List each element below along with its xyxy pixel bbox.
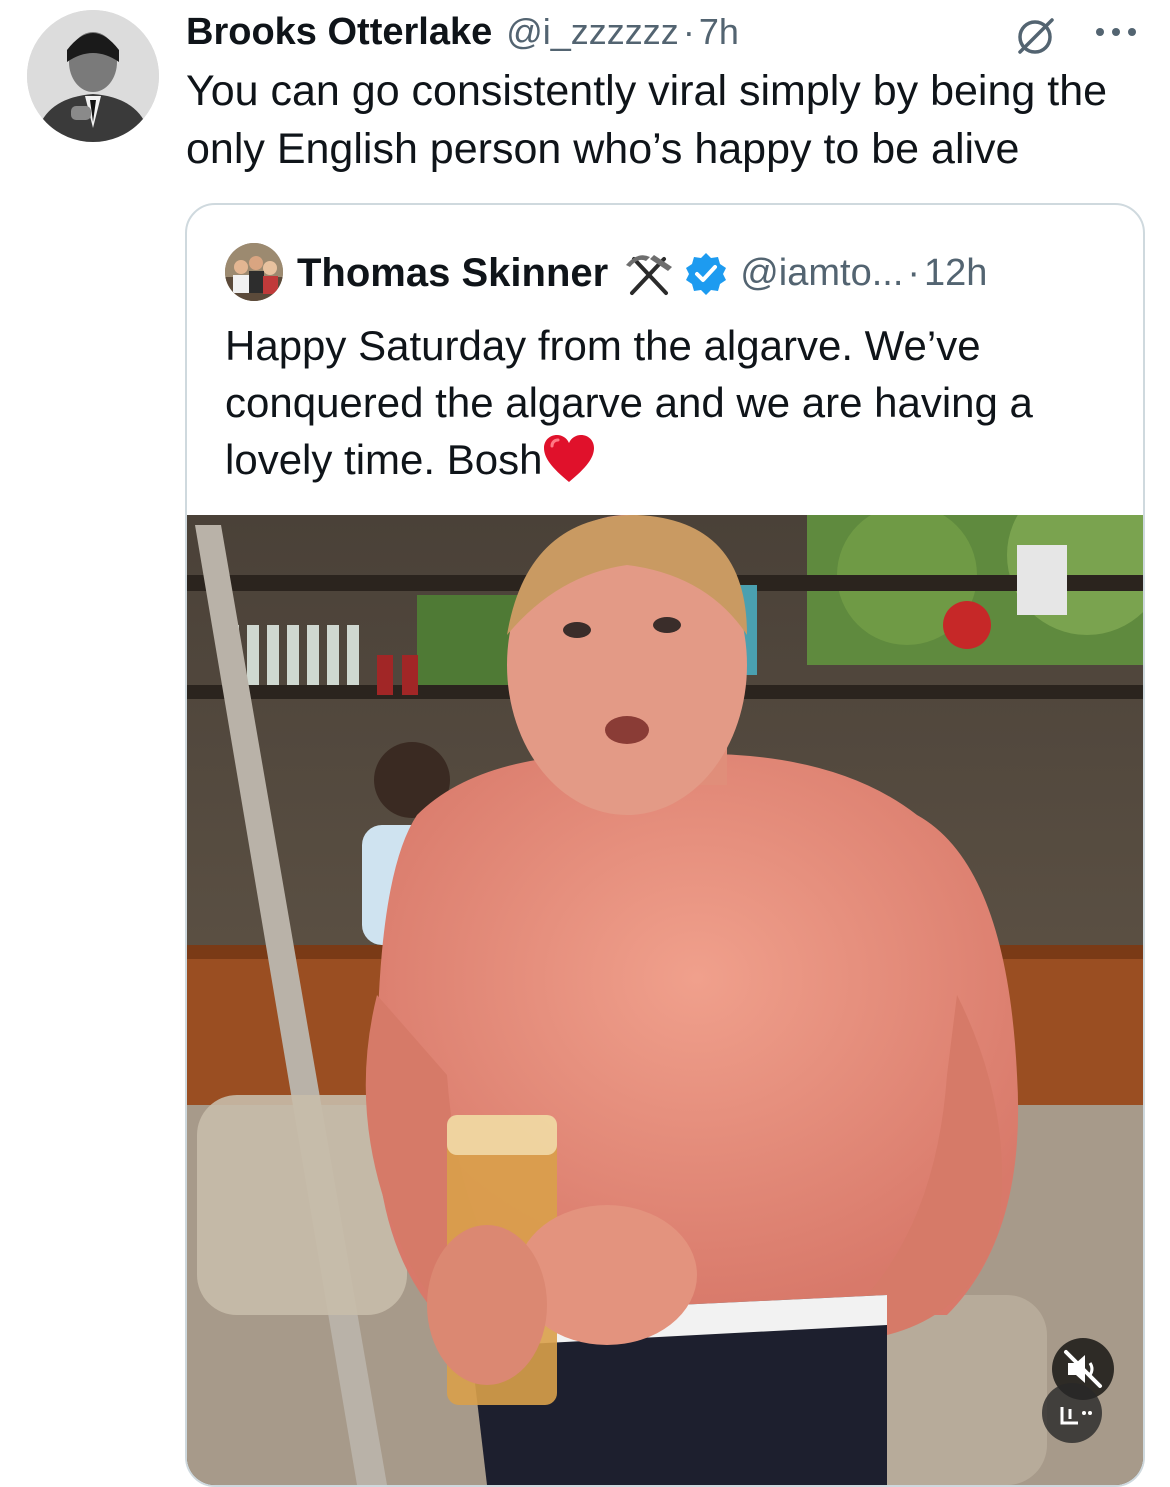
quoted-author-name[interactable]: Thomas Skinner	[297, 251, 608, 296]
quoted-tweet-text: Happy Saturday from the algarve. We’ve c…	[225, 322, 1033, 483]
quoted-author-avatar[interactable]	[225, 243, 283, 301]
reels-badge-icon	[1060, 1407, 1092, 1425]
tweet-timestamp[interactable]: 7h	[699, 11, 739, 53]
author-name[interactable]: Brooks Otterlake	[186, 11, 492, 54]
verified-badge-icon	[686, 253, 727, 295]
author-avatar[interactable]	[27, 10, 159, 142]
video-thumbnail	[187, 515, 1143, 1485]
separator-dot: ·	[682, 11, 695, 52]
separator-dot: ·	[907, 251, 921, 294]
quoted-author-handle[interactable]: @iamto...	[740, 252, 903, 295]
hammer-and-pick-icon	[626, 255, 673, 295]
reels-badge	[1042, 1383, 1102, 1443]
quoted-tweet-header: Thomas Skinner @iamto... · 12h	[297, 245, 987, 301]
grok-icon[interactable]	[1014, 14, 1058, 58]
more-icon[interactable]	[1092, 24, 1140, 40]
tweet-header: Brooks Otterlake @i_zzzzzz · 7h	[186, 8, 739, 56]
quoted-tweet-text-block: Happy Saturday from the algarve. We’ve c…	[225, 317, 1125, 488]
tweet-text: You can go consistently viral simply by …	[186, 67, 1108, 173]
red-heart-icon	[544, 435, 595, 482]
profile-photo-icon	[27, 10, 159, 142]
tweet[interactable]: Brooks Otterlake @i_zzzzzz · 7h You can …	[0, 0, 1170, 1487]
video-player[interactable]	[187, 515, 1143, 1485]
group-photo-icon	[225, 243, 283, 301]
author-handle[interactable]: @i_zzzzzz	[506, 11, 679, 53]
quoted-tweet[interactable]: Thomas Skinner @iamto... · 12h Happy Sat…	[185, 203, 1145, 1487]
quoted-tweet-timestamp[interactable]: 12h	[924, 252, 987, 295]
